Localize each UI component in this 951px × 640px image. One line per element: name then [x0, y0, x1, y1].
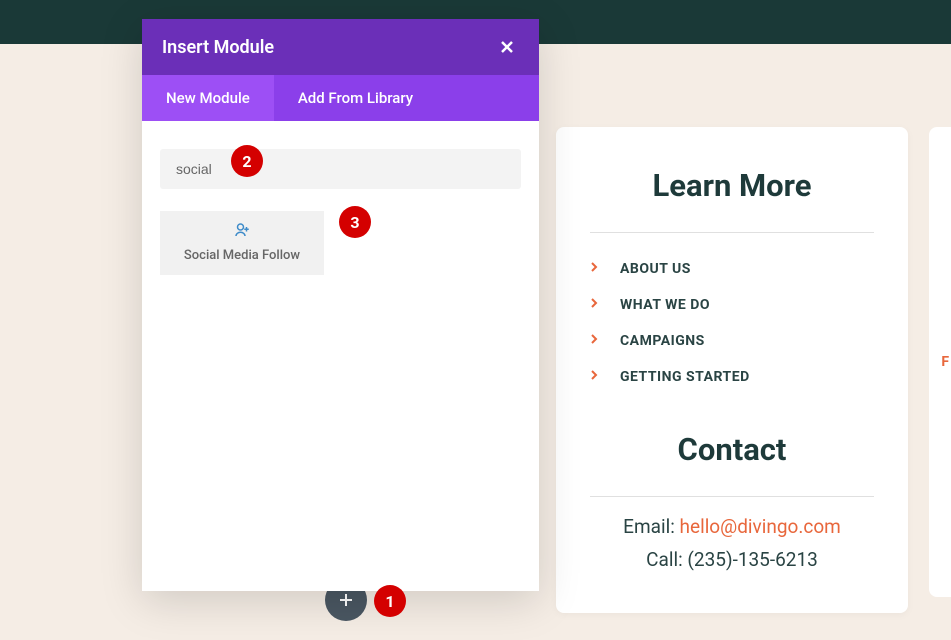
module-search-input[interactable]: [160, 149, 521, 189]
link-getting-started[interactable]: GETTING STARTED: [590, 359, 874, 395]
learn-more-heading: Learn More: [590, 167, 874, 204]
tab-add-from-library[interactable]: Add From Library: [274, 75, 437, 121]
learn-more-card: Learn More ABOUT US WHAT WE DO CAMPAIGNS: [556, 127, 908, 613]
right-edge-card: F: [929, 127, 951, 597]
person-plus-icon: [168, 221, 316, 244]
modal-tabs: New Module Add From Library: [142, 75, 539, 121]
modal-body: Social Media Follow: [142, 121, 539, 303]
annotation-marker-1: 1: [374, 585, 406, 617]
link-campaigns[interactable]: CAMPAIGNS: [590, 323, 874, 359]
contact-email-line: Email: hello@divingo.com: [590, 515, 874, 538]
content-area: Insert Module New Module Add From Librar…: [0, 44, 951, 640]
modal-header: Insert Module: [142, 19, 539, 75]
insert-module-modal: Insert Module New Module Add From Librar…: [142, 19, 539, 591]
chevron-right-icon: [590, 297, 602, 313]
link-about-us[interactable]: ABOUT US: [590, 251, 874, 287]
chevron-right-icon: [590, 333, 602, 349]
email-label: Email:: [623, 515, 679, 538]
phone-text: (235)-135-6213: [687, 548, 817, 571]
link-list: ABOUT US WHAT WE DO CAMPAIGNS GETTING ST…: [590, 251, 874, 395]
link-what-we-do[interactable]: WHAT WE DO: [590, 287, 874, 323]
link-text: GETTING STARTED: [620, 369, 750, 385]
plus-icon: [338, 592, 354, 608]
annotation-marker-2: 2: [231, 145, 263, 177]
contact-heading: Contact: [590, 431, 874, 468]
modal-title: Insert Module: [162, 37, 274, 58]
divider: [590, 496, 874, 497]
call-label: Call:: [646, 548, 687, 571]
close-button[interactable]: [495, 35, 519, 59]
link-text: ABOUT US: [620, 261, 691, 277]
contact-phone-line: Call: (235)-135-6213: [590, 548, 874, 571]
module-label: Social Media Follow: [168, 248, 316, 263]
tab-new-module[interactable]: New Module: [142, 75, 274, 121]
divider: [590, 232, 874, 233]
chevron-right-icon: [590, 369, 602, 385]
module-social-media-follow[interactable]: Social Media Follow: [160, 211, 324, 275]
link-text: CAMPAIGNS: [620, 333, 705, 349]
email-link[interactable]: hello@divingo.com: [680, 515, 841, 538]
link-text: WHAT WE DO: [620, 297, 710, 313]
chevron-right-icon: [590, 261, 602, 277]
close-icon: [499, 39, 515, 55]
annotation-marker-3: 3: [339, 206, 371, 238]
